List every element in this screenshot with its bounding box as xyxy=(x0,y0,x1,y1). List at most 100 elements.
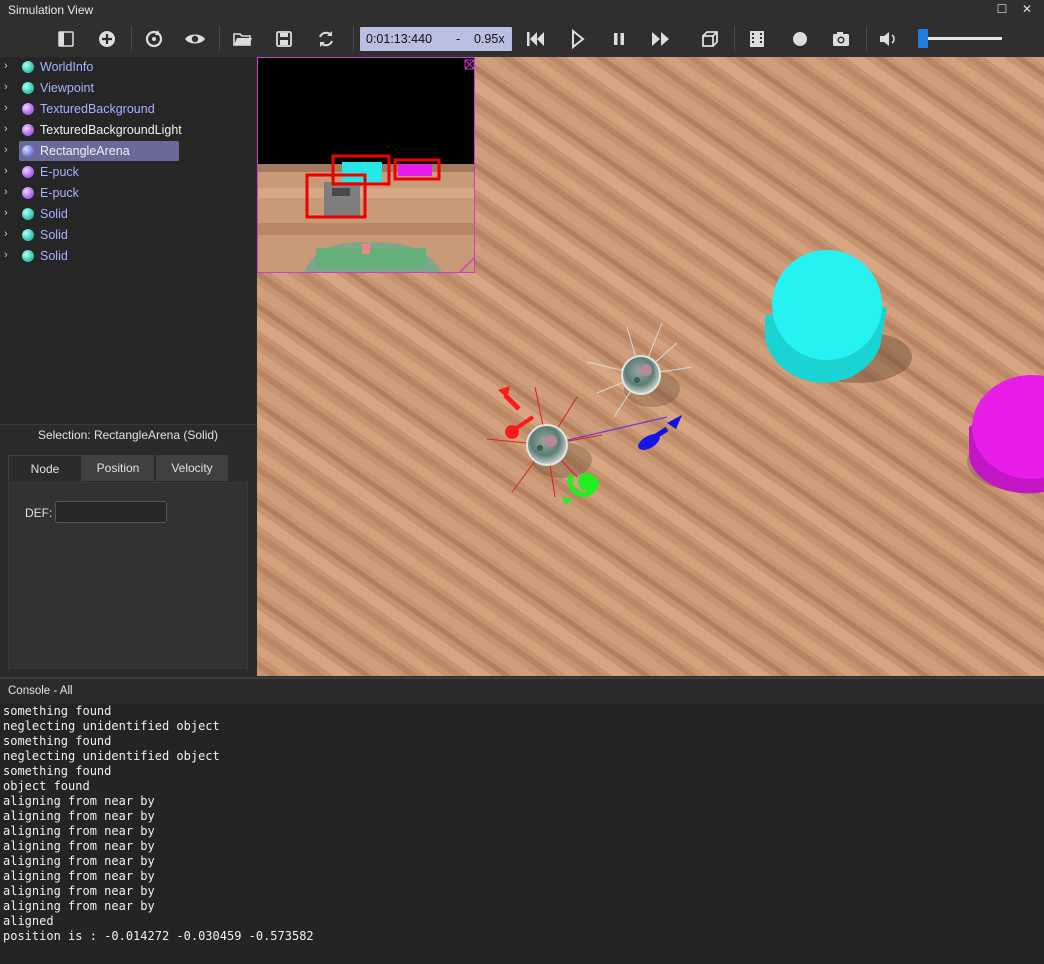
expand-arrow-icon[interactable]: › xyxy=(4,165,14,179)
console-line: aligning from near by xyxy=(3,794,155,808)
tab-position[interactable]: Position xyxy=(82,455,154,481)
robot-camera-overlay[interactable] xyxy=(257,57,475,273)
node-type-icon xyxy=(22,208,34,220)
volume-slider-track[interactable] xyxy=(922,37,1002,40)
console-output[interactable]: something found neglecting unidentified o… xyxy=(0,704,1044,964)
node-type-icon xyxy=(22,229,34,241)
time-separator: - xyxy=(456,32,461,46)
expand-arrow-icon[interactable]: › xyxy=(4,249,14,263)
add-node-icon[interactable] xyxy=(94,26,120,52)
scene-tree-item[interactable]: › Solid xyxy=(0,246,256,267)
simulation-time-display: 0:01:13:440 - 0.95x xyxy=(360,27,512,51)
scene-tree: › WorldInfo › Viewpoint › TexturedBackground ›… xyxy=(0,57,256,424)
cyan-object[interactable] xyxy=(772,250,882,360)
def-label: DEF: xyxy=(25,506,53,520)
scene-tree-item-label: Viewpoint xyxy=(40,81,94,95)
scene-tree-item-label: Solid xyxy=(40,228,68,242)
console-line: something found xyxy=(3,764,112,778)
console-title: Console - All xyxy=(8,685,73,697)
expand-arrow-icon[interactable]: › xyxy=(4,81,14,95)
simulation-time: 0:01:13:440 xyxy=(366,32,433,46)
console-line: aligning from near by xyxy=(3,899,155,913)
expand-arrow-icon[interactable]: › xyxy=(4,60,14,74)
node-type-icon xyxy=(22,187,34,199)
console-line: aligning from near by xyxy=(3,824,155,838)
selection-title: Selection: RectangleArena (Solid) xyxy=(37,428,219,442)
scene-tree-item[interactable]: › RectangleArena xyxy=(0,141,256,162)
scene-tree-item[interactable]: › E-puck xyxy=(0,162,256,183)
volume-icon[interactable] xyxy=(875,26,901,52)
tab-velocity[interactable]: Velocity xyxy=(156,455,228,481)
scene-tree-item[interactable]: › WorldInfo xyxy=(0,57,256,78)
console-line: something found xyxy=(3,734,112,748)
film-icon[interactable] xyxy=(744,26,770,52)
def-input[interactable] xyxy=(55,501,167,523)
console-line: aligning from near by xyxy=(3,839,155,853)
camera-magenta-object xyxy=(398,164,432,176)
node-type-icon xyxy=(22,250,34,262)
toggle-scene-tree-icon[interactable] xyxy=(53,26,79,52)
toolbar-separator xyxy=(734,26,735,51)
expand-arrow-icon[interactable]: › xyxy=(4,207,14,221)
volume-slider-handle[interactable] xyxy=(918,29,928,48)
toolbar: 0:01:13:440 - 0.95x xyxy=(0,20,1044,57)
maximize-icon[interactable]: ☐ xyxy=(993,1,1011,18)
console-line: neglecting unidentified object xyxy=(3,749,220,763)
camera-cyan-object xyxy=(342,162,382,182)
expand-arrow-icon[interactable]: › xyxy=(4,144,14,158)
console-line: object found xyxy=(3,779,90,793)
scene-tree-item-label: E-puck xyxy=(40,165,79,179)
3d-view-icon[interactable] xyxy=(697,26,723,52)
toolbar-separator xyxy=(131,26,132,51)
toolbar-separator xyxy=(866,26,867,51)
scene-tree-item[interactable]: › Solid xyxy=(0,225,256,246)
reload-world-icon[interactable] xyxy=(313,26,339,52)
console-line: aligning from near by xyxy=(3,869,155,883)
save-world-icon[interactable] xyxy=(271,26,297,52)
fast-forward-icon[interactable] xyxy=(648,26,674,52)
node-tab-content: DEF: xyxy=(8,482,248,669)
scene-tree-item[interactable]: › TexturedBackgroundLight xyxy=(0,120,256,141)
title-bar: Simulation View ☐ ✕ xyxy=(0,0,1044,20)
simulation-speed: 0.95x xyxy=(474,32,505,46)
scene-tree-item[interactable]: › Viewpoint xyxy=(0,78,256,99)
console-header: Console - All xyxy=(0,677,1044,704)
scene-tree-item-label: E-puck xyxy=(40,186,79,200)
scene-tree-item-label: Solid xyxy=(40,207,68,221)
scene-tree-item-label: TexturedBackgroundLight xyxy=(40,123,182,137)
play-icon[interactable] xyxy=(564,26,590,52)
close-icon[interactable]: ✕ xyxy=(1018,1,1036,18)
node-type-icon xyxy=(22,124,34,136)
console-line: neglecting unidentified object xyxy=(3,719,220,733)
record-icon[interactable] xyxy=(787,26,813,52)
camera-image xyxy=(258,58,474,272)
scene-tree-item[interactable]: › TexturedBackground xyxy=(0,99,256,120)
expand-arrow-icon[interactable]: › xyxy=(4,186,14,200)
expand-arrow-icon[interactable]: › xyxy=(4,102,14,116)
window-title: Simulation View xyxy=(8,3,94,17)
step-back-icon[interactable] xyxy=(522,26,548,52)
scene-tree-item[interactable]: › E-puck xyxy=(0,183,256,204)
reset-simulation-icon[interactable] xyxy=(141,26,167,52)
scene-tree-item[interactable]: › Solid xyxy=(0,204,256,225)
console-line: aligning from near by xyxy=(3,809,155,823)
console-line: position is : -0.014272 -0.030459 -0.573… xyxy=(3,929,314,943)
expand-arrow-icon[interactable]: › xyxy=(4,123,14,137)
tab-node[interactable]: Node xyxy=(8,455,82,482)
toolbar-separator xyxy=(219,26,220,51)
show-icon[interactable] xyxy=(182,26,208,52)
pause-icon[interactable] xyxy=(606,26,632,52)
console-line: something found xyxy=(3,704,112,718)
node-type-icon xyxy=(22,82,34,94)
scene-tree-item-label: WorldInfo xyxy=(40,60,94,74)
node-type-icon xyxy=(22,103,34,115)
selection-panel: Selection: RectangleArena (Solid) Node P… xyxy=(0,424,256,677)
camera-icon[interactable] xyxy=(828,26,854,52)
scene-tree-item-label: TexturedBackground xyxy=(40,102,155,116)
expand-arrow-icon[interactable]: › xyxy=(4,228,14,242)
scene-tree-item-label: RectangleArena xyxy=(40,144,130,158)
node-type-icon xyxy=(22,61,34,73)
camera-robot-object xyxy=(324,182,360,216)
toolbar-separator xyxy=(353,26,354,51)
open-world-icon[interactable] xyxy=(229,26,255,52)
